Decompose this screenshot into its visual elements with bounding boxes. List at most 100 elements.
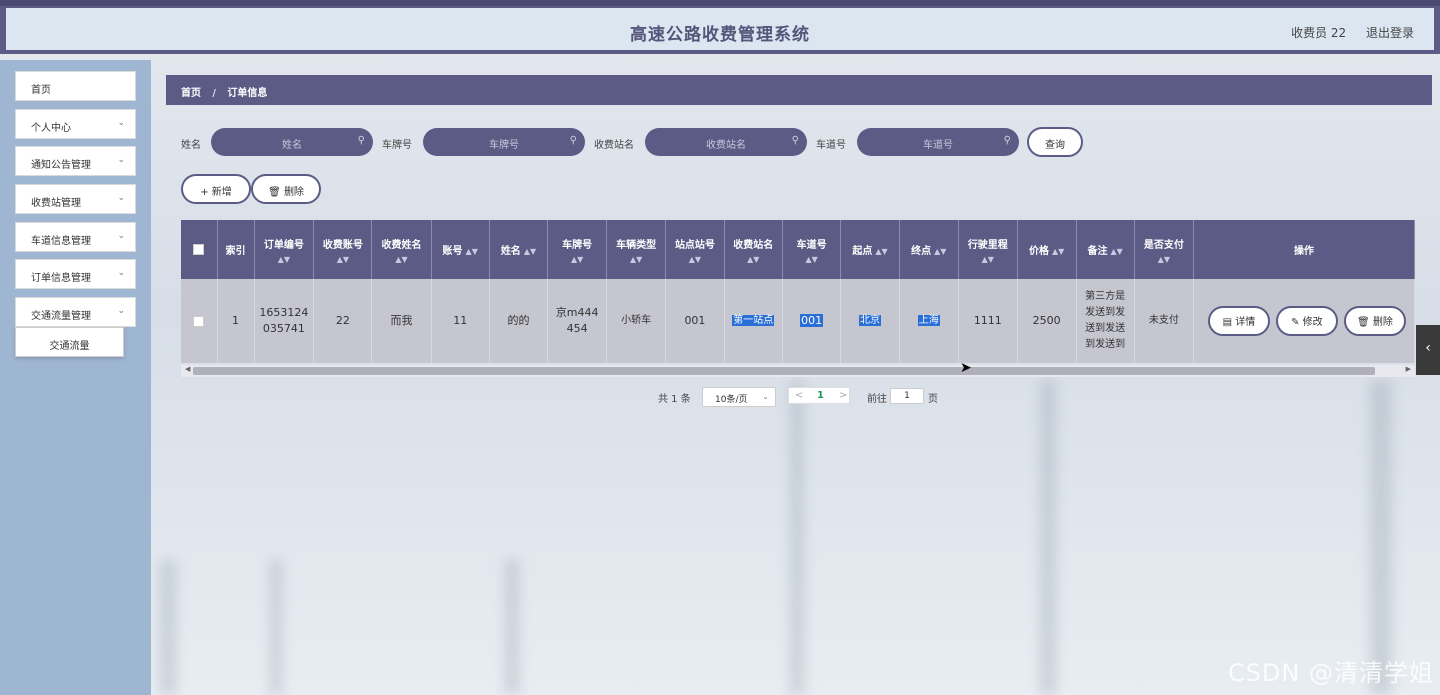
sort-icon[interactable]: ▲▼: [1111, 247, 1123, 256]
sort-icon[interactable]: ▲▼: [550, 255, 604, 264]
sort-icon[interactable]: ▲▼: [374, 255, 428, 264]
search-input-plate[interactable]: 车牌号 ⚲: [423, 128, 585, 156]
chevron-down-icon: ⌄: [117, 268, 125, 278]
delete-button-label: 删除: [283, 187, 304, 198]
search-label-plate: 车牌号: [382, 140, 412, 151]
goto-page-input[interactable]: 1: [890, 388, 924, 404]
cell-plate: 京m444 454: [547, 279, 608, 363]
sort-icon[interactable]: ▲▼: [524, 247, 536, 256]
logout-button[interactable]: 退出登录: [1366, 26, 1414, 40]
submenu-item-traffic-flow[interactable]: 交通流量: [15, 327, 124, 357]
col-header-end[interactable]: 终点 ▲▼: [899, 220, 959, 279]
sidebar-item-personal-center[interactable]: 个人中心 ⌄: [15, 109, 136, 139]
col-header-toll-name[interactable]: 收费姓名 ▲▼: [371, 220, 432, 279]
edit-button[interactable]: ✎ 修改: [1275, 306, 1338, 336]
delete-button[interactable]: 🗑 删除: [251, 174, 321, 204]
sort-icon[interactable]: ▲▼: [785, 255, 839, 264]
col-header-label: 终点: [911, 246, 932, 257]
col-header-index: 索引: [217, 220, 255, 279]
cell-station-no: 001: [665, 279, 725, 363]
cell-start: 北京: [840, 279, 900, 363]
sort-icon[interactable]: ▲▼: [934, 247, 946, 256]
sort-icon[interactable]: ▲▼: [316, 255, 369, 264]
prev-page-icon[interactable]: <: [795, 390, 803, 401]
collapse-panel-button[interactable]: ‹: [1416, 325, 1440, 375]
col-header-account[interactable]: 账号 ▲▼: [431, 220, 490, 279]
col-header-paid[interactable]: 是否支付 ▲▼: [1134, 220, 1194, 279]
sort-icon[interactable]: ▲▼: [609, 255, 663, 264]
col-header-label: 起点: [852, 246, 873, 257]
sort-icon[interactable]: ▲▼: [257, 255, 312, 264]
sidebar-item-toll-station-management[interactable]: 收费站管理 ⌄: [15, 184, 136, 214]
sidebar-item-order-management[interactable]: 订单信息管理 ⌄: [15, 259, 136, 289]
col-header-mileage[interactable]: 行驶里程 ▲▼: [958, 220, 1018, 279]
sort-icon[interactable]: ▲▼: [961, 255, 1015, 264]
col-header-label: 姓名: [500, 246, 521, 257]
col-header-label: 站点站号: [674, 239, 715, 251]
select-all-checkbox[interactable]: [181, 220, 218, 279]
sidebar-item-home[interactable]: 首页: [15, 71, 136, 101]
cell-plate-line1: 京m444: [555, 306, 599, 319]
watermark: CSDN @清清学姐: [1227, 659, 1434, 687]
col-header-lane-no[interactable]: 车道号 ▲▼: [782, 220, 842, 279]
detail-button-label: 详情: [1235, 317, 1256, 328]
col-header-station-name[interactable]: 收费站名 ▲▼: [724, 220, 783, 279]
sort-icon[interactable]: ▲▼: [668, 255, 722, 264]
detail-button[interactable]: ▤ 详情: [1207, 306, 1270, 336]
chevron-down-icon: ⌄: [117, 306, 125, 316]
col-header-plate[interactable]: 车牌号 ▲▼: [547, 220, 608, 279]
col-header-toll-account[interactable]: 收费账号 ▲▼: [313, 220, 373, 279]
scroll-thumb[interactable]: [193, 367, 1375, 375]
goto-label: 前往: [867, 394, 887, 405]
col-header-label: 价格: [1028, 246, 1049, 257]
col-header-vehicle-type[interactable]: 车辆类型 ▲▼: [606, 220, 667, 279]
search-input-name[interactable]: 姓名 ⚲: [211, 128, 373, 156]
col-header-actions: 操作: [1193, 220, 1415, 279]
cell-account: 11: [431, 279, 490, 363]
sort-icon[interactable]: ▲▼: [466, 247, 478, 256]
col-header-start[interactable]: 起点 ▲▼: [840, 220, 900, 279]
query-button[interactable]: 查询: [1027, 127, 1083, 157]
breadcrumb-current: 订单信息: [227, 88, 268, 99]
sidebar-item-lane-management[interactable]: 车道信息管理 ⌄: [15, 222, 136, 252]
total-count: 共 1 条: [658, 394, 691, 405]
sort-icon[interactable]: ▲▼: [875, 247, 887, 256]
col-header-station-no[interactable]: 站点站号 ▲▼: [665, 220, 725, 279]
col-header-order-no[interactable]: 订单编号 ▲▼: [254, 220, 315, 279]
search-icon: ⚲: [1003, 135, 1011, 146]
chevron-down-icon: ⌄: [117, 155, 125, 165]
row-checkbox[interactable]: [181, 279, 218, 363]
next-page-icon[interactable]: >: [839, 390, 847, 401]
breadcrumb-home[interactable]: 首页: [181, 88, 201, 99]
cell-start-text: 北京: [859, 315, 882, 326]
cell-station-name: 第一站点: [724, 279, 783, 363]
sidebar-item-notice-management[interactable]: 通知公告管理 ⌄: [15, 146, 136, 176]
sidebar-item-label: 订单信息管理: [31, 273, 91, 284]
col-header-remark[interactable]: 备注 ▲▼: [1076, 220, 1135, 279]
sort-icon[interactable]: ▲▼: [1137, 255, 1191, 264]
sort-icon[interactable]: ▲▼: [727, 255, 780, 264]
sidebar-item-traffic-management[interactable]: 交通流量管理 ⌄: [15, 297, 136, 327]
cell-remark-line: 送到发送: [1085, 323, 1126, 334]
plus-icon: +: [200, 187, 212, 198]
sidebar-item-label: 交通流量管理: [31, 311, 91, 322]
scroll-left-icon[interactable]: ◀: [185, 365, 190, 373]
add-button[interactable]: + 新增: [181, 174, 251, 204]
row-delete-button[interactable]: 🗑 删除: [1343, 306, 1406, 336]
user-label: 收费员 22: [1291, 26, 1347, 40]
col-header-name[interactable]: 姓名 ▲▼: [489, 220, 549, 279]
col-header-price[interactable]: 价格 ▲▼: [1017, 220, 1077, 279]
search-input-placeholder: 收费站名: [706, 140, 746, 151]
search-icon: ⚲: [569, 135, 577, 146]
page-size-select[interactable]: 10条/页 ⌄: [702, 387, 776, 407]
chevron-down-icon: ⌄: [117, 118, 125, 128]
search-input-station[interactable]: 收费站名 ⚲: [645, 128, 807, 156]
sidebar-item-label: 收费站管理: [31, 198, 81, 209]
search-input-lane[interactable]: 车道号 ⚲: [857, 128, 1019, 156]
scroll-right-icon[interactable]: ▶: [1406, 365, 1411, 373]
sort-icon[interactable]: ▲▼: [1052, 247, 1064, 256]
header: 高速公路收费管理系统 收费员 22 退出登录: [0, 6, 1440, 54]
horizontal-scrollbar[interactable]: ◀ ▶: [181, 365, 1415, 377]
sidebar-item-label: 车道信息管理: [31, 236, 91, 247]
page-number-current[interactable]: 1: [817, 390, 824, 401]
